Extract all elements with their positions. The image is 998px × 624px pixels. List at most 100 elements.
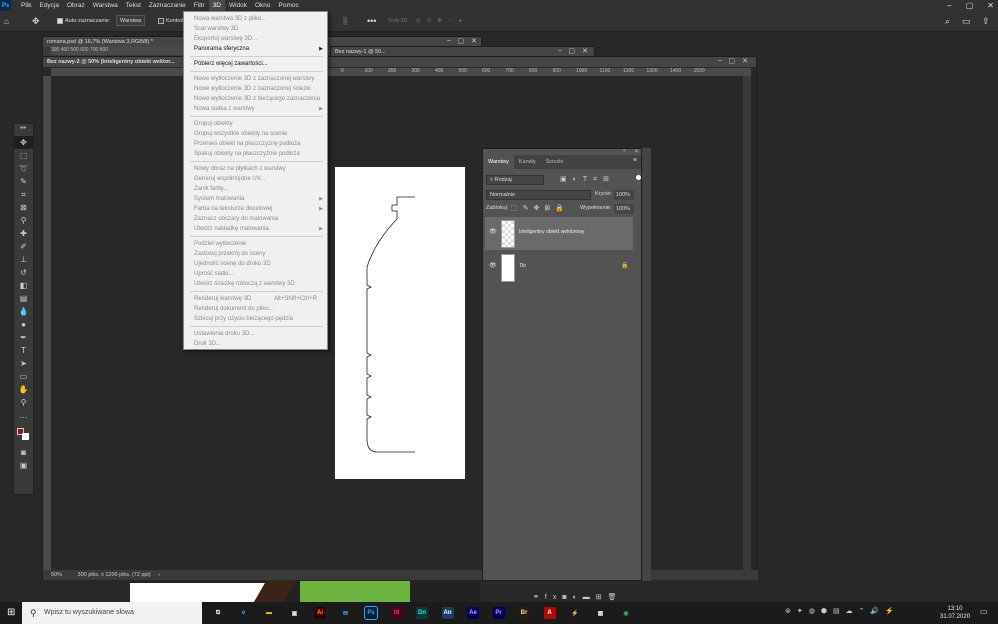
edit-toolbar-icon[interactable]: … <box>14 409 33 422</box>
blend-mode-dropdown[interactable]: Normalnie <box>486 190 591 200</box>
menu-item[interactable]: Nowa siatka z warstwy ▶ <box>184 104 327 114</box>
canvas[interactable] <box>335 167 465 479</box>
clone-stamp-tool-icon[interactable]: ⊥ <box>14 253 33 266</box>
move-tool-icon[interactable]: ✥ <box>14 136 33 149</box>
bridge-icon[interactable]: Br <box>518 607 530 619</box>
brush-tool-icon[interactable]: ✐ <box>14 240 33 253</box>
menu-filtr[interactable]: Filtr <box>190 0 209 11</box>
menu-item[interactable]: Panorama sferyczna ▶ <box>184 44 327 54</box>
chrome-icon[interactable]: ◉ <box>620 607 632 619</box>
close-icon[interactable]: ✕ <box>471 37 477 45</box>
dodge-tool-icon[interactable]: ● <box>14 318 33 331</box>
after-effects-icon[interactable]: Ae <box>467 607 479 619</box>
menu-item[interactable]: Utwórz nakładkę malowania ▶ <box>184 224 327 234</box>
hand-tool-icon[interactable]: ✋ <box>14 383 33 396</box>
minimize-icon[interactable]: – <box>718 57 722 64</box>
link-layers-icon[interactable]: ⚭ <box>533 594 545 601</box>
maximize-icon[interactable]: ▢ <box>728 57 735 65</box>
calculator-icon[interactable]: ▦ <box>595 607 607 619</box>
menu-item[interactable]: Renderuj dokument do pliku... <box>184 304 327 314</box>
taskbar-search-input[interactable]: ⚲ Wpisz tu wyszukiwane słowa <box>22 602 202 624</box>
layer-filter-icons[interactable]: ▣◐T⌗⊞ <box>560 175 615 184</box>
menu-item[interactable]: Pobierz więcej zawartości... <box>184 59 327 69</box>
history-brush-tool-icon[interactable]: ↺ <box>14 266 33 279</box>
menu-tekst[interactable]: Tekst <box>122 0 145 11</box>
menu-item[interactable]: Grupuj wszystkie obiekty na scenie <box>184 129 327 139</box>
layer-name[interactable]: Inteligentny obiekt wektorowy <box>519 229 584 235</box>
tab-1[interactable]: Kanały <box>514 155 541 169</box>
close-panel-icon[interactable]: ✕ <box>634 148 639 155</box>
mail-icon[interactable]: ✉ <box>340 607 352 619</box>
quick-select-tool-icon[interactable]: ✎ <box>14 175 33 188</box>
menu-item[interactable]: Nowe wytłoczenie 3D z zaznaczonej ścieżk… <box>184 84 327 94</box>
collapse-panel-icon[interactable]: « <box>623 148 626 154</box>
status-arrow-icon[interactable]: › <box>158 572 160 578</box>
menu-item[interactable]: Spakuj obiekty na płaszczyźnie podłoża <box>184 149 327 159</box>
search-icon[interactable]: ⌕ <box>945 15 950 28</box>
frame-tool-icon[interactable]: ⊠ <box>14 201 33 214</box>
menu-item[interactable]: Utwórz ścieżkę roboczą z warstwy 3D <box>184 279 327 289</box>
eyedropper-tool-icon[interactable]: ⚲ <box>14 214 33 227</box>
close-icon[interactable]: ✕ <box>742 57 748 65</box>
store-icon[interactable]: ▣ <box>289 607 301 619</box>
menu-item[interactable]: Przenieś obiekt na płaszczyznę podłoża <box>184 139 327 149</box>
home-icon[interactable]: ⌂ <box>4 15 9 28</box>
visibility-eye-icon[interactable]: 👁 <box>489 228 497 235</box>
opacity-input[interactable]: 100% <box>614 190 634 200</box>
menu-item[interactable]: Renderuj warstwę 3D Alt+Shift+Ctrl+R <box>184 294 327 304</box>
layer-row-background[interactable]: 👁 Tło 🔒 <box>485 251 633 284</box>
eraser-tool-icon[interactable]: ◧ <box>14 279 33 292</box>
menu-item[interactable]: Generuj współrzędne UV... <box>184 174 327 184</box>
layer-filter-dropdown[interactable]: ⌕ Rodzaj <box>486 175 544 185</box>
menu-item[interactable]: System malowania ▶ <box>184 194 327 204</box>
lasso-tool-icon[interactable]: ➰ <box>14 162 33 175</box>
maximize-icon[interactable]: ▢ <box>568 47 575 55</box>
delete-layer-icon[interactable]: 🗑 <box>608 594 623 601</box>
menu-item[interactable]: Ustawienia druku 3D... <box>184 329 327 339</box>
quick-mask-icon[interactable]: ◙ <box>14 446 33 459</box>
task-view-icon[interactable]: ⧉ <box>212 607 224 619</box>
menu-item[interactable]: Nowe wytłoczenie 3D z bieżącego zaznacze… <box>184 94 327 104</box>
menu-zaznaczanie[interactable]: Zaznaczanie <box>145 0 190 11</box>
layer-name[interactable]: Tło <box>519 263 526 269</box>
menu-item[interactable]: Scal warstwy 3D <box>184 24 327 34</box>
type-tool-icon[interactable]: T <box>14 344 33 357</box>
fill-input[interactable]: 100% <box>614 204 634 214</box>
menu-widok[interactable]: Widok <box>225 0 251 11</box>
crop-tool-icon[interactable]: ⌗ <box>14 188 33 201</box>
add-mask-icon[interactable]: ◙ <box>562 594 572 601</box>
menu-item[interactable]: Farba na teksturze docelowej ▶ <box>184 204 327 214</box>
menu-item[interactable]: Ujednolić scenę do druku 3D <box>184 259 327 269</box>
fx-icon[interactable]: fx <box>545 594 562 601</box>
menu-item[interactable]: Uprość siatki... <box>184 269 327 279</box>
explorer-icon[interactable]: ▬ <box>263 607 275 619</box>
minimize-icon[interactable]: – <box>447 37 451 44</box>
menu-plik[interactable]: Plik <box>17 0 35 11</box>
premiere-icon[interactable]: Pr <box>492 607 505 619</box>
adjustment-layer-icon[interactable]: ◐ <box>573 594 583 601</box>
edge-icon[interactable]: e <box>238 607 250 619</box>
close-icon[interactable]: ✕ <box>987 0 994 11</box>
maximize-icon[interactable]: ▢ <box>966 0 974 11</box>
menu-item[interactable]: Podziel wytłoczenie <box>184 239 327 249</box>
healing-brush-tool-icon[interactable]: ✚ <box>14 227 33 240</box>
system-tray-icons[interactable]: ⊛✦◍⬢▤☁⌃🔊⚡ <box>785 607 900 615</box>
filter-toggle-icon[interactable] <box>636 175 641 180</box>
menu-okno[interactable]: Okno <box>251 0 275 11</box>
menu-item[interactable]: Szkicuj przy użyciu bieżącego pędzla <box>184 314 327 324</box>
menu-item[interactable]: Nowa warstwa 3D z pliku... <box>184 14 327 24</box>
layer-row-smart-object[interactable]: 👁 Inteligentny obiekt wektorowy <box>485 217 633 250</box>
auto-select-dropdown[interactable]: Warstwa <box>116 15 146 28</box>
new-layer-icon[interactable]: ⊞ <box>596 594 608 601</box>
windows-start-icon[interactable]: ⊞ <box>7 607 15 618</box>
photoshop-icon[interactable]: Ps <box>364 606 378 620</box>
menu-item[interactable]: Nowy obraz na płytkach z warstwy <box>184 164 327 174</box>
clock[interactable]: 13:10 31.07.2020 <box>940 605 970 621</box>
menu-obraz[interactable]: Obraz <box>63 0 89 11</box>
menu-pomoc[interactable]: Pomoc <box>275 0 303 11</box>
lock-icons[interactable]: ⬚✎✥⊠🔒 <box>511 204 569 212</box>
background-color-swatch[interactable] <box>22 433 29 440</box>
menu-item[interactable]: Druk 3D... <box>184 339 327 349</box>
minimize-icon[interactable]: – <box>558 47 562 54</box>
flash-icon[interactable]: ⚡ <box>569 607 581 619</box>
